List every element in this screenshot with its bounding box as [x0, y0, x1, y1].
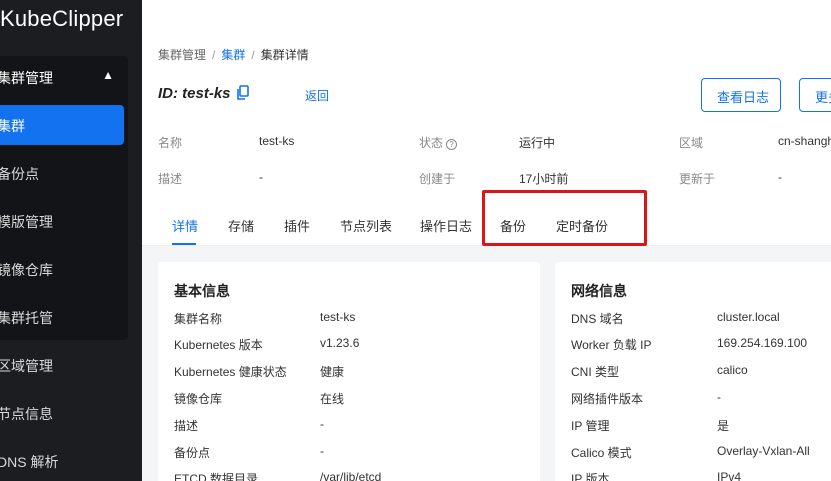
basic-info-card: 基本信息 集群名称 test-ks Kubernetes 版本 v1.23.6 … [158, 262, 540, 481]
sidebar-item-cluster-hosting[interactable]: 集群托管 [0, 297, 124, 337]
name-value: test-ks [259, 134, 295, 148]
network-row-label: 网络插件版本 [571, 392, 644, 406]
sidebar-item-templates[interactable]: 模版管理 [0, 201, 124, 241]
network-info-card: 网络信息 DNS 域名 cluster.local Worker 负载 IP 1… [555, 262, 831, 481]
tab-plugins[interactable]: 插件 [284, 216, 310, 235]
tab-operation-logs[interactable]: 操作日志 [420, 216, 472, 235]
info-row-value: /var/lib/etcd [320, 470, 382, 481]
sidebar-item-label: 集群托管 [0, 310, 53, 326]
sidebar-item-label: 镜像仓库 [0, 262, 53, 278]
sidebar: KubeClipper 集群管理 ▲ 集群 备份点 模版管理 镜像仓库 集群托管… [0, 0, 142, 481]
network-row-value: 是 [717, 419, 730, 433]
info-row-value: v1.23.6 [320, 336, 360, 350]
sidebar-item-registry[interactable]: 镜像仓库 [0, 249, 124, 289]
sidebar-item-label: 备份点 [0, 166, 39, 182]
created-label: 创建于 [419, 172, 456, 186]
network-row-label: CNI 类型 [571, 365, 620, 379]
info-row-label: Kubernetes 健康状态 [174, 365, 287, 379]
network-row-value: cluster.local [717, 310, 780, 324]
breadcrumb-current: 集群详情 [260, 48, 309, 62]
info-row-label: 描述 [174, 419, 199, 433]
breadcrumb-separator: / [251, 48, 255, 62]
network-row-value: IPv4 [717, 470, 742, 481]
network-info-title: 网络信息 [571, 283, 627, 299]
basic-info-title: 基本信息 [174, 283, 230, 299]
info-row-value: test-ks [320, 310, 356, 324]
created-value: 17小时前 [519, 172, 569, 186]
region-label: 区域 [679, 136, 704, 150]
region-value: cn-shanghai [778, 134, 831, 148]
sidebar-item-label: 区域管理 [0, 358, 53, 374]
network-row-value: - [717, 390, 721, 404]
info-row-value: - [320, 417, 324, 431]
network-row-value: calico [717, 363, 748, 377]
active-tab-indicator [172, 243, 196, 245]
cluster-id: ID: test-ks [158, 85, 231, 102]
info-row-label: ETCD 数据目录 [174, 472, 259, 481]
id-label: ID: [158, 85, 178, 102]
network-row-value: 169.254.169.100 [717, 336, 808, 350]
view-logs-label: 查看日志 [717, 90, 770, 105]
highlight-annotation [482, 190, 647, 246]
description-label: 描述 [158, 172, 183, 186]
sidebar-item-dns[interactable]: DNS 解析 [0, 441, 124, 481]
updated-label: 更新于 [679, 172, 716, 186]
top-header [142, 0, 831, 28]
sidebar-item-nodes[interactable]: 节点信息 [0, 393, 124, 433]
info-row-label: 备份点 [174, 446, 211, 460]
info-row-value: 健康 [320, 365, 345, 379]
breadcrumb-clusters-link[interactable]: 集群 [221, 48, 245, 62]
brand-logo: KubeClipper [0, 6, 124, 31]
back-link[interactable]: 返回 [305, 87, 329, 104]
network-row-value: Overlay-Vxlan-All [717, 444, 810, 458]
network-row-label: Worker 负载 IP [571, 338, 652, 352]
nav-group-label: 集群管理 [0, 70, 53, 86]
sidebar-item-label: 集群 [0, 118, 25, 134]
info-row-value: - [320, 444, 324, 458]
info-row-label: 镜像仓库 [174, 392, 223, 406]
status-value: 运行中 [519, 136, 556, 150]
more-label: 更多 [815, 90, 831, 105]
tab-storage[interactable]: 存储 [228, 216, 254, 235]
tab-node-list[interactable]: 节点列表 [340, 216, 392, 235]
network-row-label: DNS 域名 [571, 312, 624, 326]
sidebar-item-clusters[interactable]: 集群 [0, 105, 124, 145]
sidebar-item-label: 模版管理 [0, 214, 53, 230]
description-value: - [259, 170, 263, 184]
info-row-label: 集群名称 [174, 312, 223, 326]
help-icon[interactable]: ? [446, 139, 458, 150]
network-row-label: Calico 模式 [571, 446, 632, 460]
name-label: 名称 [158, 136, 183, 150]
id-value: test-ks [182, 85, 231, 102]
tab-details[interactable]: 详情 [172, 216, 198, 235]
info-row-label: Kubernetes 版本 [174, 338, 263, 352]
info-row-value: 在线 [320, 392, 345, 406]
view-logs-button[interactable]: 查看日志 [701, 78, 781, 112]
breadcrumb: 集群管理 / 集群 / 集群详情 [158, 46, 309, 63]
sidebar-item-backup-points[interactable]: 备份点 [0, 153, 124, 193]
network-row-label: IP 版本 [571, 472, 610, 481]
breadcrumb-separator: / [212, 48, 216, 62]
sidebar-item-regions[interactable]: 区域管理 [0, 345, 124, 385]
sidebar-item-label: DNS 解析 [0, 454, 59, 470]
copy-icon[interactable] [236, 85, 250, 101]
status-label: 状态? [419, 134, 458, 151]
sidebar-item-label: 节点信息 [0, 406, 53, 422]
chevron-up-icon: ▲ [102, 68, 114, 82]
more-button[interactable]: 更多 [799, 78, 831, 112]
updated-value: - [778, 170, 782, 184]
breadcrumb-root[interactable]: 集群管理 [158, 48, 206, 62]
nav-group-cluster-management[interactable]: 集群管理 ▲ [0, 62, 120, 92]
network-row-label: IP 管理 [571, 419, 610, 433]
